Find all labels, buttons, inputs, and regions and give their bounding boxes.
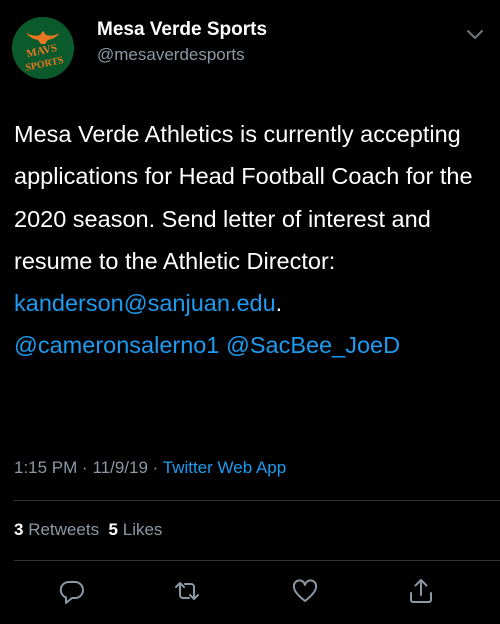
mention-link[interactable]: @cameronsalerno1 bbox=[14, 332, 219, 358]
tweet-actions bbox=[0, 572, 500, 612]
tweet-time: 1:15 PM bbox=[14, 458, 78, 477]
meta-separator: · bbox=[82, 458, 88, 477]
chevron-down-icon[interactable] bbox=[466, 28, 484, 40]
likes-count: 5 bbox=[108, 520, 118, 539]
reply-icon[interactable] bbox=[57, 576, 87, 606]
display-name[interactable]: Mesa Verde Sports bbox=[97, 19, 267, 41]
meta-separator: · bbox=[152, 458, 159, 477]
heart-icon[interactable] bbox=[290, 576, 320, 606]
mention-link[interactable]: @SacBee_JoeD bbox=[226, 332, 400, 358]
mavs-sports-logo: MAVS SPORTS bbox=[12, 17, 74, 79]
avatar[interactable]: MAVS SPORTS bbox=[12, 17, 74, 79]
tweet-main-text: Mesa Verde Athletics is currently accept… bbox=[14, 121, 473, 274]
retweet-icon[interactable] bbox=[172, 576, 202, 606]
tweet-period: . bbox=[275, 290, 283, 317]
divider bbox=[14, 560, 500, 561]
retweets-count: 3 bbox=[14, 520, 24, 539]
retweets-label: Retweets bbox=[28, 520, 100, 539]
share-icon[interactable] bbox=[406, 576, 436, 606]
retweets-stat[interactable]: 3 Retweets bbox=[14, 520, 99, 539]
email-link[interactable]: kanderson@sanjuan.edu bbox=[14, 290, 276, 316]
tweet-source-link[interactable]: Twitter Web App bbox=[163, 458, 286, 477]
tweet-meta: 1:15 PM · 11/9/19 · Twitter Web App bbox=[14, 458, 286, 478]
tweet-date: 11/9/19 bbox=[92, 458, 148, 477]
divider bbox=[14, 500, 500, 501]
likes-label: Likes bbox=[122, 520, 163, 539]
user-handle[interactable]: @mesaverdesports bbox=[97, 45, 245, 65]
tweet-text: Mesa Verde Athletics is currently accept… bbox=[14, 113, 494, 367]
tweet-stats: 3 Retweets 5 Likes bbox=[14, 520, 162, 540]
tweet-header: MAVS SPORTS Mesa Verde Sports @mesaverde… bbox=[0, 0, 500, 92]
likes-stat[interactable]: 5 Likes bbox=[109, 520, 163, 539]
